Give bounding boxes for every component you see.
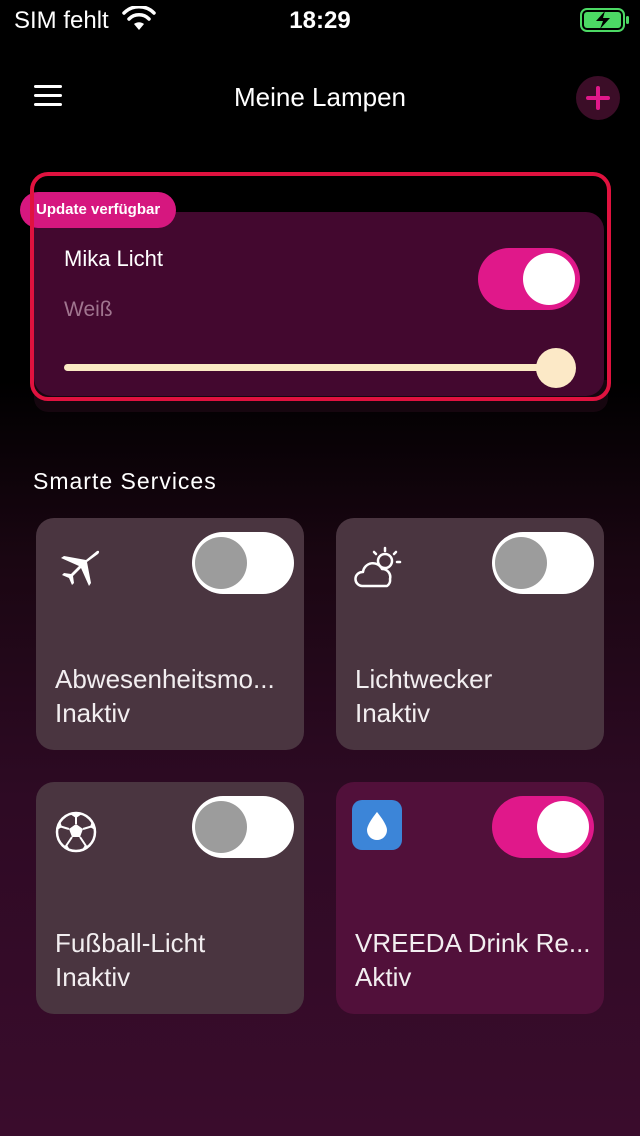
- brightness-slider-thumb[interactable]: [536, 348, 576, 388]
- toggle-knob: [495, 537, 547, 589]
- service-status: Inaktiv: [55, 962, 131, 992]
- lamp-power-toggle[interactable]: [478, 248, 580, 310]
- toggle-knob: [523, 253, 575, 305]
- page-title: Meine Lampen: [234, 82, 406, 112]
- soccer-ball-icon: [55, 811, 97, 853]
- service-card-light-alarm[interactable]: Lichtwecker Inaktiv: [336, 518, 604, 750]
- nav-bar: Meine Lampen: [0, 60, 640, 132]
- plus-icon: [586, 86, 610, 110]
- sun-cloud-icon: [354, 546, 402, 588]
- update-badge[interactable]: Update verfügbar: [20, 192, 177, 228]
- status-bar: SIM fehlt 18:29: [0, 0, 640, 40]
- light-alarm-toggle[interactable]: [492, 532, 594, 594]
- add-lamp-button[interactable]: [576, 76, 620, 120]
- clock: 18:29: [289, 7, 351, 34]
- service-name: Fußball-Licht: [55, 928, 206, 958]
- lamp-mode: Weiß: [64, 298, 113, 321]
- drink-reminder-toggle[interactable]: [492, 796, 594, 858]
- battery-charging-icon: [580, 8, 629, 32]
- away-mode-toggle[interactable]: [192, 532, 294, 594]
- toggle-knob: [195, 801, 247, 853]
- service-status: Aktiv: [355, 962, 412, 992]
- brightness-slider-track[interactable]: [64, 364, 558, 371]
- service-name: Lichtwecker: [355, 664, 493, 694]
- water-drop-icon: [352, 800, 402, 850]
- lamp-name: Mika Licht: [64, 246, 164, 271]
- section-title-smart-services: Smarte Services: [33, 468, 217, 494]
- service-name: VREEDA Drink Re...: [355, 928, 591, 958]
- service-card-drink-reminder[interactable]: VREEDA Drink Re... Aktiv: [336, 782, 604, 1014]
- football-light-toggle[interactable]: [192, 796, 294, 858]
- service-status: Inaktiv: [55, 698, 131, 728]
- toggle-knob: [537, 801, 589, 853]
- service-status: Inaktiv: [355, 698, 431, 728]
- toggle-knob: [195, 537, 247, 589]
- service-card-away-mode[interactable]: Abwesenheitsmo... Inaktiv: [36, 518, 304, 750]
- airplane-icon: [61, 550, 100, 586]
- service-card-football-light[interactable]: Fußball-Licht Inaktiv: [36, 782, 304, 1014]
- service-name: Abwesenheitsmo...: [55, 664, 275, 694]
